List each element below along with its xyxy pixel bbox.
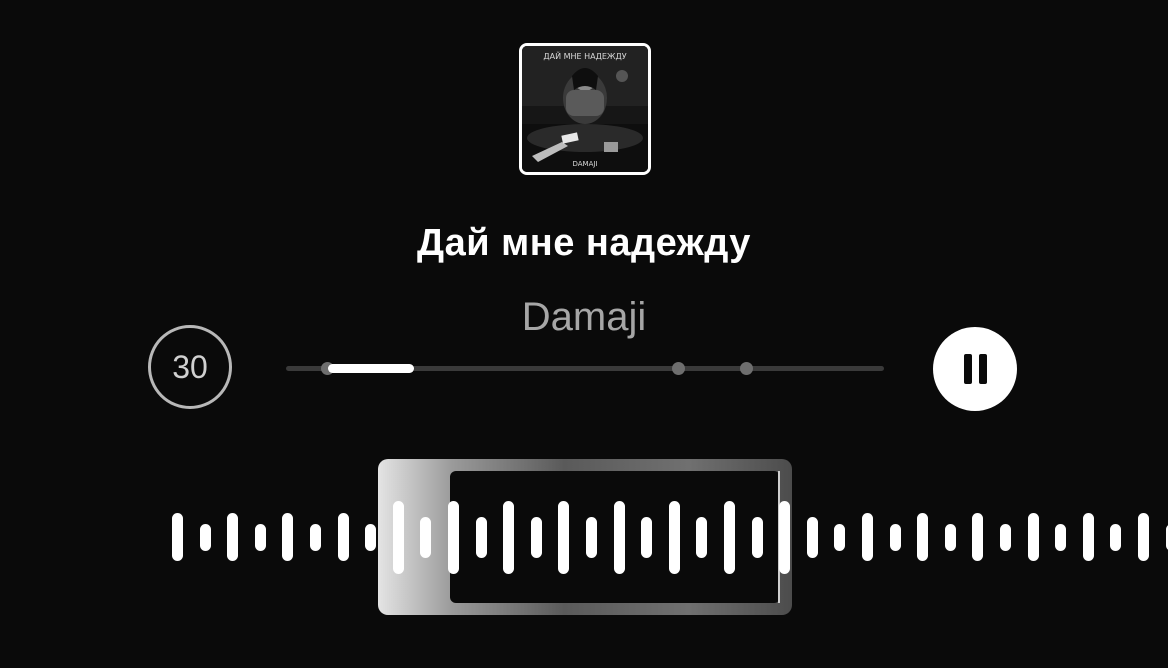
waveform-bar — [669, 501, 680, 574]
pause-button[interactable] — [933, 327, 1017, 411]
waveform-bar — [227, 513, 238, 561]
waveform-bar — [503, 501, 514, 574]
waveform-bar — [310, 524, 321, 551]
waveform-bar — [945, 524, 956, 551]
album-cover: ДАЙ МНЕ НАДЕЖДУ DAMAJI — [519, 43, 651, 175]
waveform-bar — [448, 501, 459, 574]
waveform-bar — [282, 513, 293, 561]
waveform-bar — [696, 517, 707, 558]
waveform-bar — [724, 501, 735, 574]
waveform-bar — [1083, 513, 1094, 561]
waveform-bar — [614, 501, 625, 574]
waveform-bar — [531, 517, 542, 558]
waveform-bar — [779, 501, 790, 574]
skip-30-icon: 30 — [172, 348, 208, 385]
cover-artist-text: DAMAJI — [572, 160, 597, 168]
waveform-bar — [338, 513, 349, 561]
waveform-bar — [420, 517, 431, 558]
waveform-bar — [917, 513, 928, 561]
waveform-bar — [1138, 513, 1149, 561]
waveform-bar — [641, 517, 652, 558]
waveform-bar — [172, 513, 183, 561]
waveform[interactable] — [0, 459, 1168, 615]
waveform-bar — [1055, 524, 1066, 551]
waveform-bar — [834, 524, 845, 551]
progress-fill — [328, 364, 414, 373]
waveform-bar — [972, 513, 983, 561]
track-title: Дай мне надежду — [417, 222, 751, 264]
pause-icon — [963, 354, 972, 384]
album-cover-art: ДАЙ МНЕ НАДЕЖДУ DAMAJI — [522, 46, 648, 172]
waveform-bar — [862, 513, 873, 561]
waveform-bar — [890, 524, 901, 551]
waveform-bar — [255, 524, 266, 551]
cover-title-text: ДАЙ МНЕ НАДЕЖДУ — [543, 50, 626, 61]
waveform-bar — [393, 501, 404, 574]
waveform-bar — [200, 524, 211, 551]
waveform-bar — [586, 517, 597, 558]
progress-marker[interactable] — [672, 362, 685, 375]
waveform-bar — [1028, 513, 1039, 561]
progress-marker[interactable] — [740, 362, 753, 375]
waveform-bar — [365, 524, 376, 551]
waveform-bar — [1110, 524, 1121, 551]
waveform-bar — [1000, 524, 1011, 551]
waveform-bar — [558, 501, 569, 574]
pause-icon-bar — [978, 354, 987, 384]
progress-bar[interactable] — [286, 362, 884, 375]
skip-30-button[interactable]: 30 — [148, 325, 232, 409]
waveform-bar — [752, 517, 763, 558]
waveform-bar — [476, 517, 487, 558]
waveform-bar — [807, 517, 818, 558]
